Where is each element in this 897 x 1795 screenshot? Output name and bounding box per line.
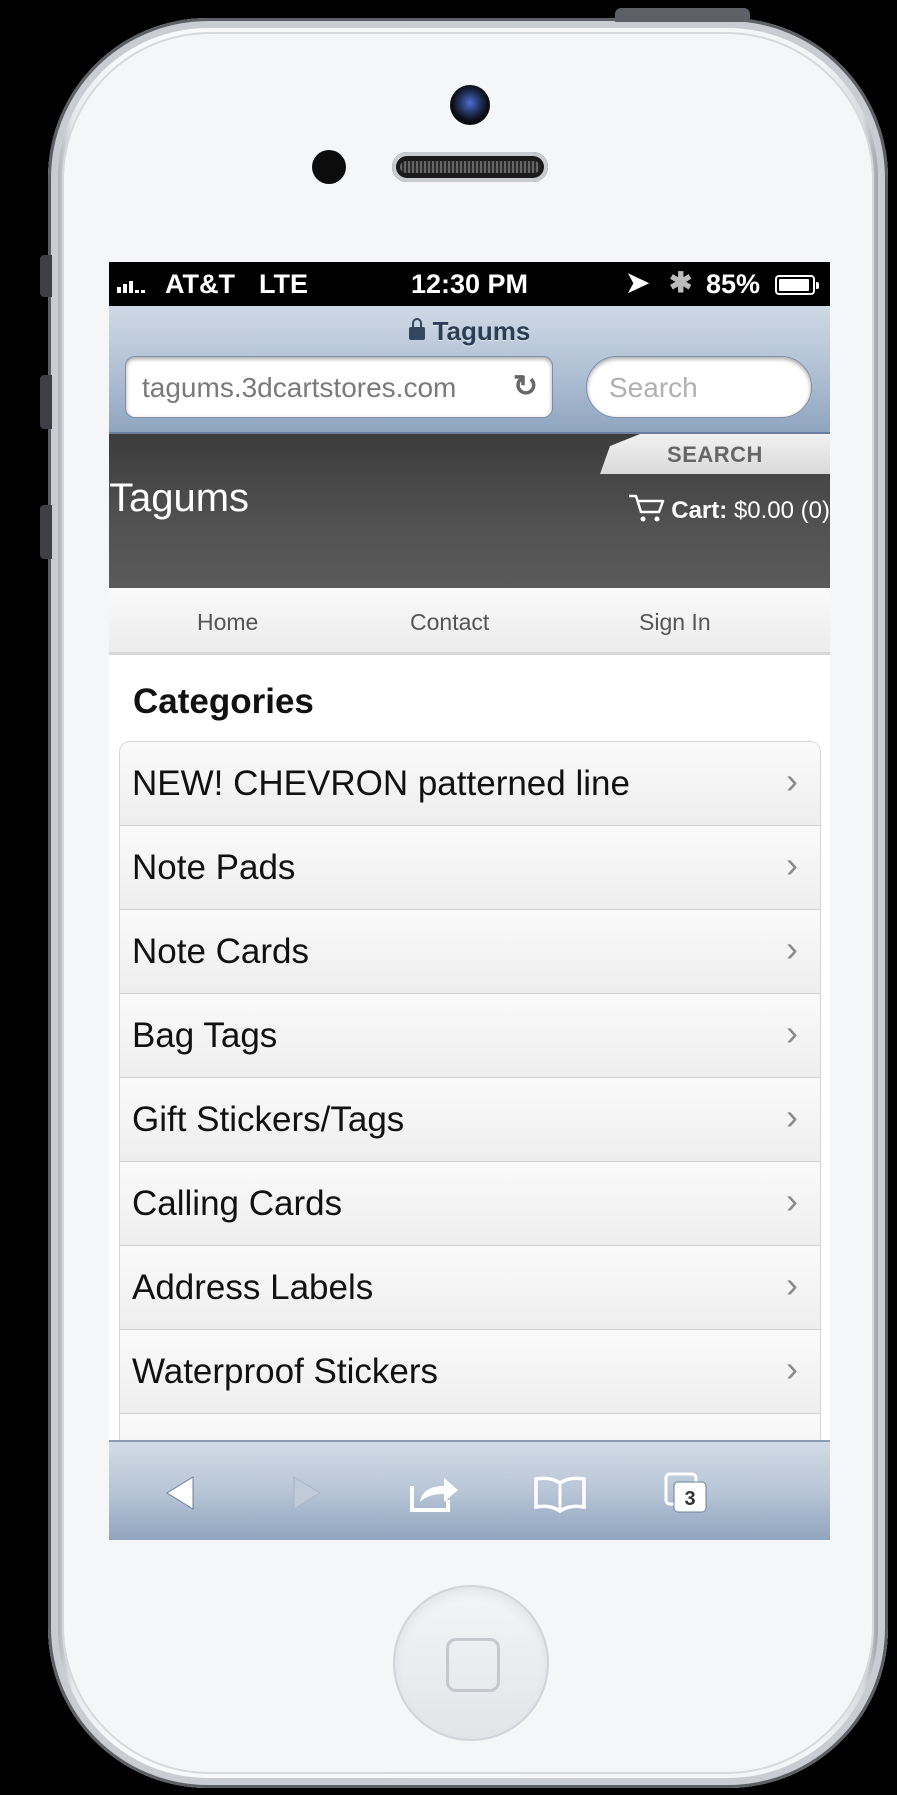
cart-label: Cart: xyxy=(671,496,728,524)
category-item[interactable]: Note Cards › xyxy=(120,910,820,994)
share-icon xyxy=(410,1478,458,1512)
battery-percent: 85% xyxy=(706,269,761,299)
status-bar: AT&T LTE 12:30 PM ➤ ✱ 85% xyxy=(109,262,830,306)
chevron-right-icon: › xyxy=(786,1264,798,1305)
category-label: Gift Stickers/Tags xyxy=(132,1100,405,1139)
address-bar[interactable]: tagums.3dcartstores.com ↻ xyxy=(125,356,553,418)
home-button[interactable] xyxy=(393,1585,549,1741)
bluetooth-icon: ✱ xyxy=(669,267,693,298)
nav-contact[interactable]: Contact xyxy=(410,609,489,636)
tabs-icon: 3 xyxy=(664,1472,707,1513)
category-label: Address Labels xyxy=(132,1268,374,1307)
volume-up-button xyxy=(40,375,52,429)
category-label: Calling Cards xyxy=(132,1184,343,1223)
earpiece-speaker xyxy=(392,152,548,182)
nav-home[interactable]: Home xyxy=(197,609,258,636)
chevron-right-icon: › xyxy=(786,928,798,969)
chevron-right-icon: › xyxy=(786,1012,798,1053)
chevron-right-icon: › xyxy=(786,1096,798,1137)
volume-down-button xyxy=(40,505,52,559)
power-button xyxy=(615,8,750,22)
category-label: Note Cards xyxy=(132,932,310,971)
search-tab-label: SEARCH xyxy=(667,442,763,467)
url-text: tagums.3dcartstores.com xyxy=(142,372,457,403)
nav-sign-in[interactable]: Sign In xyxy=(639,609,711,636)
site-nav: Home Contact Sign In xyxy=(109,588,830,655)
forward-button[interactable] xyxy=(276,1468,336,1518)
search-input[interactable]: Search xyxy=(586,356,812,418)
tabs-button[interactable]: 3 xyxy=(657,1468,717,1518)
category-item[interactable]: Gift Stickers/Tags › xyxy=(120,1078,820,1162)
category-list: NEW! CHEVRON patterned line › Note Pads › … xyxy=(120,742,820,1498)
back-button[interactable] xyxy=(151,1468,211,1518)
lock-icon xyxy=(408,318,425,340)
battery-icon xyxy=(775,275,819,295)
category-label: Bag Tags xyxy=(132,1016,278,1055)
category-label: Note Pads xyxy=(132,848,296,887)
camera-icon xyxy=(450,85,490,125)
browser-toolbar: Tagums tagums.3dcartstores.com ↻ Search xyxy=(109,306,830,434)
search-placeholder: Search xyxy=(609,372,698,403)
front-sensor xyxy=(312,150,346,184)
chevron-right-icon: › xyxy=(786,1180,798,1221)
category-item[interactable]: Note Pads › xyxy=(120,826,820,910)
category-item[interactable]: Waterproof Stickers › xyxy=(120,1330,820,1414)
site-logo[interactable]: Tagums xyxy=(109,476,249,521)
category-item[interactable]: Address Labels › xyxy=(120,1246,820,1330)
chevron-right-icon: › xyxy=(786,760,798,801)
bookmarks-button[interactable] xyxy=(530,1468,590,1518)
browser-bottom-toolbar: 3 xyxy=(109,1440,830,1540)
site-header: SEARCH Tagums Cart: $0.00 (0) xyxy=(109,434,830,588)
back-arrow-icon xyxy=(166,1476,194,1510)
cart-link[interactable]: Cart: $0.00 (0) xyxy=(627,492,830,531)
category-item[interactable]: Bag Tags › xyxy=(120,994,820,1078)
cart-icon xyxy=(627,492,667,531)
page-title: Tagums xyxy=(109,316,830,347)
search-tab-button[interactable]: SEARCH xyxy=(600,434,830,474)
share-button[interactable] xyxy=(404,1468,464,1518)
category-label: NEW! CHEVRON patterned line xyxy=(132,764,630,803)
mute-switch xyxy=(40,255,52,297)
cart-total: $0.00 (0) xyxy=(733,496,830,524)
forward-arrow-icon xyxy=(293,1476,321,1510)
category-item[interactable]: Calling Cards › xyxy=(120,1162,820,1246)
tabs-count: 3 xyxy=(684,1488,695,1510)
phone-screen: AT&T LTE 12:30 PM ➤ ✱ 85% Tagums tagums.… xyxy=(109,262,830,1540)
category-label: Waterproof Stickers xyxy=(132,1352,439,1391)
categories-heading: Categories xyxy=(133,682,314,721)
chevron-right-icon: › xyxy=(786,844,798,885)
chevron-right-icon: › xyxy=(786,1348,798,1389)
book-icon xyxy=(534,1476,586,1513)
category-item[interactable]: NEW! CHEVRON patterned line › xyxy=(120,742,820,826)
reload-icon[interactable]: ↻ xyxy=(513,369,538,404)
page-title-text: Tagums xyxy=(432,316,531,346)
location-arrow-icon: ➤ xyxy=(626,267,650,298)
